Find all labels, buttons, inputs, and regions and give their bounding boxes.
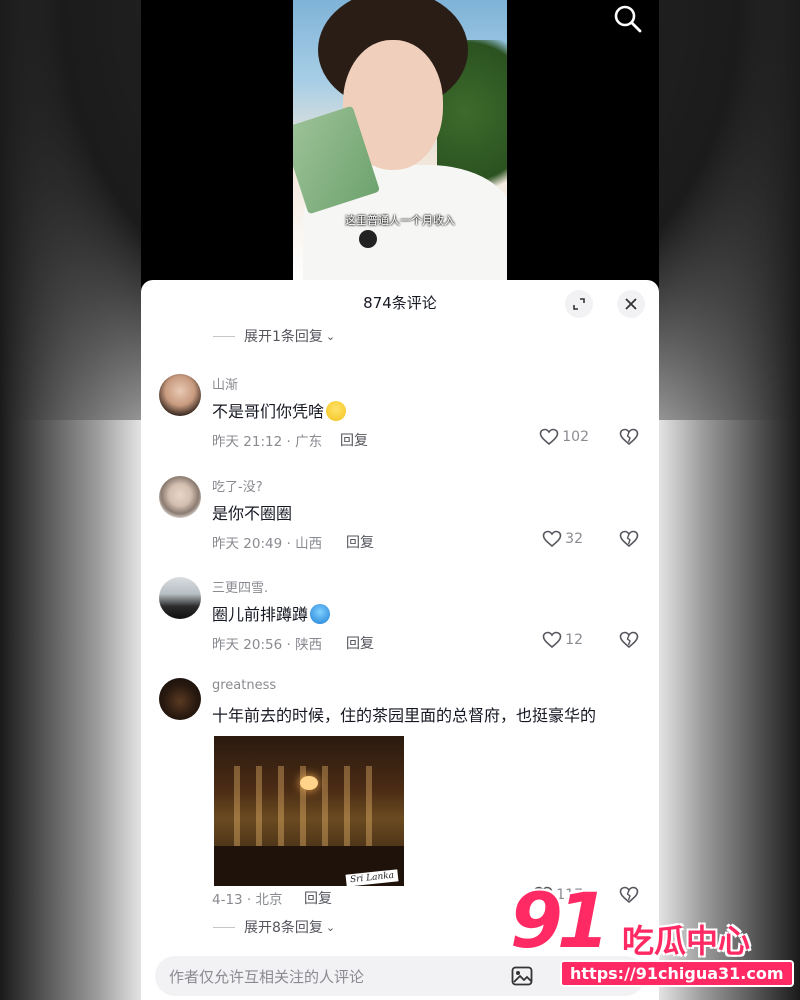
avatar[interactable]: [159, 577, 201, 619]
close-button[interactable]: [617, 290, 645, 318]
watermark-url: https://91chigua31.com: [560, 960, 794, 987]
avatar[interactable]: [159, 374, 201, 416]
reply-button[interactable]: 回复: [340, 430, 368, 450]
search-icon[interactable]: [613, 4, 643, 34]
comment-username[interactable]: greatness: [212, 678, 276, 693]
close-icon: [625, 298, 637, 310]
comment-meta: 昨天 20:56 · 陕西: [212, 637, 323, 653]
avatar[interactable]: [159, 678, 201, 720]
watermark-name: 吃瓜中心: [622, 922, 751, 960]
cold-face-emoji-icon: [310, 604, 331, 624]
expand-sheet-button[interactable]: [565, 290, 593, 318]
watermark-number: 91: [510, 876, 610, 965]
like-count: 32: [565, 531, 583, 547]
heart-icon: [542, 631, 562, 649]
chevron-down-icon: ⌄: [325, 329, 336, 343]
like-button[interactable]: 32: [542, 530, 583, 548]
comment-username[interactable]: 吃了-没?: [212, 476, 263, 495]
avatar[interactable]: [159, 476, 201, 518]
comment-meta: 4-13 · 北京: [212, 892, 283, 908]
like-count: 12: [565, 632, 583, 648]
dislike-button[interactable]: [619, 530, 639, 552]
divider-line: [213, 926, 235, 928]
dislike-button[interactable]: [619, 631, 639, 653]
expand-icon: [573, 298, 585, 310]
expand-replies-label: 展开8条回复: [244, 920, 323, 936]
broken-heart-icon: [619, 428, 639, 446]
dislike-button[interactable]: [619, 428, 639, 450]
comment-username[interactable]: 山渐: [212, 374, 238, 393]
like-count: 102: [562, 429, 589, 445]
broken-heart-icon: [619, 530, 639, 548]
sheet-header: 874条评论: [141, 280, 659, 324]
chevron-down-icon: ⌄: [325, 920, 336, 934]
photo-chandelier: [300, 776, 318, 790]
comment-text: 是你不圈圈: [212, 504, 293, 523]
reply-button[interactable]: 回复: [304, 888, 332, 908]
video-player[interactable]: 这里普通人一个月收入: [293, 0, 507, 280]
heart-icon: [539, 428, 559, 446]
watermark-logo: 91 吃瓜中心 https://91chigua31.com: [510, 876, 800, 1000]
divider-line: [213, 335, 235, 337]
heart-icon: [542, 530, 562, 548]
broken-heart-icon: [619, 631, 639, 649]
smile-emoji-icon: [326, 401, 347, 421]
reply-button[interactable]: 回复: [346, 532, 374, 552]
comment-username[interactable]: 三更四雪.: [212, 577, 268, 596]
video-mic: [359, 230, 377, 248]
expand-replies-button[interactable]: 展开1条回复 ⌄: [213, 326, 335, 346]
phone-screen: 这里普通人一个月收入 874条评论 展开1条回复 ⌄ 山渐 不是哥们你凭啥 昨天…: [141, 0, 659, 1000]
expand-replies-label: 展开1条回复: [244, 329, 323, 345]
comment-text: 不是哥们你凭啥: [212, 398, 347, 422]
like-button[interactable]: 12: [542, 631, 583, 649]
video-subtitle: 这里普通人一个月收入: [345, 214, 455, 227]
comment-meta: 昨天 20:49 · 山西: [212, 536, 323, 552]
expand-replies-button[interactable]: 展开8条回复 ⌄: [213, 917, 335, 937]
comment-input-placeholder: 作者仅允许互相关注的人评论: [169, 968, 365, 986]
reply-button[interactable]: 回复: [346, 633, 374, 653]
like-button[interactable]: 102: [539, 428, 589, 446]
comment-text: 圈儿前排蹲蹲: [212, 601, 331, 625]
comment-photo[interactable]: Sri Lanka: [214, 736, 404, 886]
comment-text: 十年前去的时候，住的茶园里面的总督府，也挺豪华的: [212, 706, 597, 725]
comment-meta: 昨天 21:12 · 广东: [212, 434, 323, 450]
